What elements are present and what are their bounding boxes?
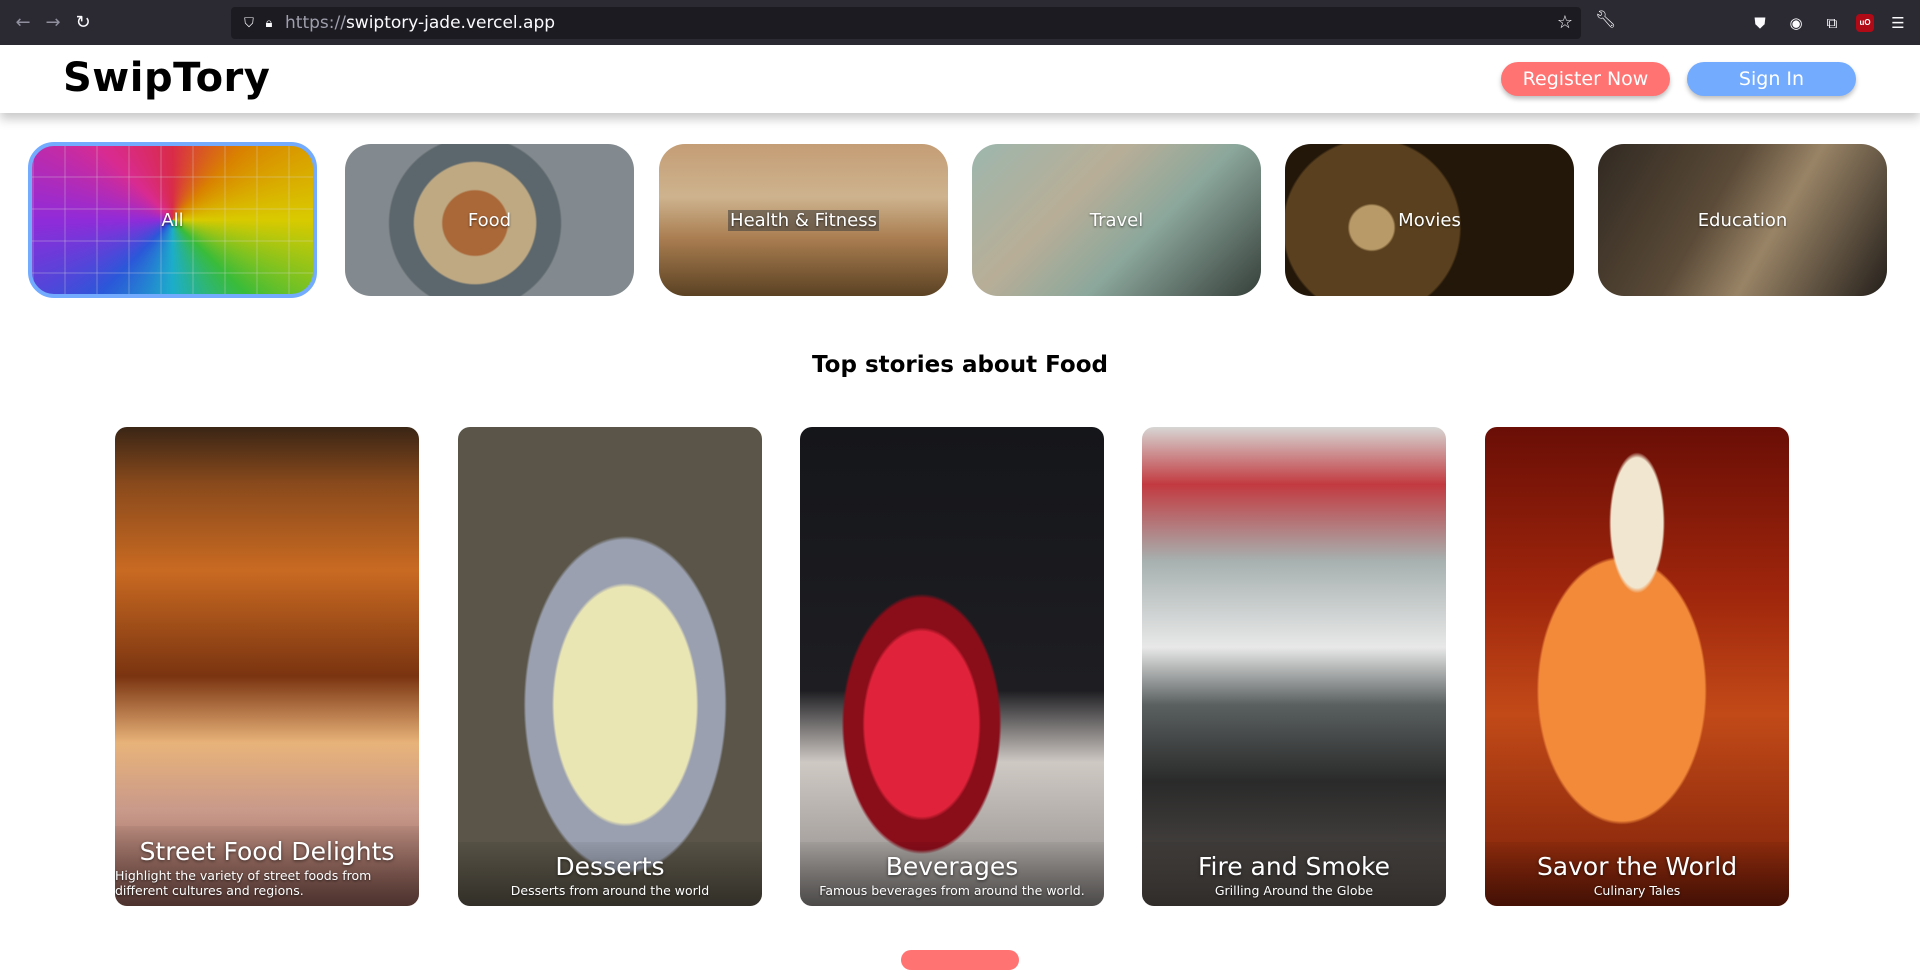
browser-extensions: ⛊ ◉ ⧉ uO ☰ xyxy=(1748,0,1910,45)
story-description: Famous beverages from around the world. xyxy=(819,883,1085,898)
story-title: Street Food Delights xyxy=(139,837,395,867)
pocket-icon[interactable]: ⛊ xyxy=(1748,11,1772,35)
url-protocol: https:// xyxy=(285,13,346,33)
story-title: Desserts xyxy=(555,852,665,882)
extensions-icon[interactable]: ⧉ xyxy=(1820,11,1844,35)
sign-in-button[interactable]: Sign In xyxy=(1687,62,1856,96)
story-title: Fire and Smoke xyxy=(1197,852,1391,882)
category-label: Education xyxy=(1697,209,1788,231)
bookmark-star-icon[interactable]: ☆ xyxy=(1557,12,1573,33)
browser-toolbar: ← → ↻ ⛉ 🔒︎ https://swiptory-jade.vercel.… xyxy=(0,0,1920,45)
story-caption: Street Food Delights Highlight the varie… xyxy=(115,826,419,906)
category-label: Food xyxy=(467,209,512,231)
menu-icon[interactable]: ☰ xyxy=(1886,11,1910,35)
see-more-button[interactable] xyxy=(901,950,1019,970)
story-caption: Desserts Desserts from around the world xyxy=(458,842,762,906)
site-header: SwipTory Register Now Sign In xyxy=(0,45,1920,113)
category-card-all[interactable]: All xyxy=(28,142,317,298)
back-icon[interactable]: ← xyxy=(8,8,38,38)
ublock-icon[interactable]: uO xyxy=(1856,13,1874,32)
story-description: Desserts from around the world xyxy=(510,883,710,898)
story-caption: Fire and Smoke Grilling Around the Globe xyxy=(1142,842,1446,906)
story-grid: Street Food Delights Highlight the varie… xyxy=(115,427,1795,907)
account-icon[interactable]: ◉ xyxy=(1784,11,1808,35)
register-button[interactable]: Register Now xyxy=(1501,62,1670,96)
story-card[interactable]: Savor the World Culinary Tales xyxy=(1485,427,1789,906)
category-label: Travel xyxy=(1089,209,1144,231)
category-card-health-fitness[interactable]: Health & Fitness xyxy=(659,144,948,296)
category-card-education[interactable]: Education xyxy=(1598,144,1887,296)
shield-icon[interactable]: ⛉ xyxy=(239,13,259,33)
story-card[interactable]: Desserts Desserts from around the world xyxy=(458,427,762,906)
story-card[interactable]: Fire and Smoke Grilling Around the Globe xyxy=(1142,427,1446,906)
story-card[interactable]: Street Food Delights Highlight the varie… xyxy=(115,427,419,906)
story-caption: Beverages Famous beverages from around t… xyxy=(800,842,1104,906)
story-description: Culinary Tales xyxy=(1593,883,1681,898)
story-caption: Savor the World Culinary Tales xyxy=(1485,842,1789,906)
category-card-food[interactable]: Food xyxy=(345,144,634,296)
browser-nav: ← → ↻ xyxy=(8,8,98,38)
reload-icon[interactable]: ↻ xyxy=(68,8,98,38)
category-label: All xyxy=(161,209,184,231)
section-title: Top stories about Food xyxy=(812,352,1108,378)
url-bar[interactable]: ⛉ 🔒︎ https://swiptory-jade.vercel.app ☆ xyxy=(231,7,1581,39)
story-title: Beverages xyxy=(885,852,1019,882)
category-card-travel[interactable]: Travel xyxy=(972,144,1261,296)
category-label: Health & Fitness xyxy=(728,209,879,231)
forward-icon[interactable]: → xyxy=(38,8,68,38)
url-text: https://swiptory-jade.vercel.app xyxy=(285,13,555,33)
category-label: Movies xyxy=(1398,209,1461,231)
story-title: Savor the World xyxy=(1536,852,1738,882)
lock-icon[interactable]: 🔒︎ xyxy=(259,13,279,33)
story-description: Grilling Around the Globe xyxy=(1214,883,1374,898)
url-host: swiptory-jade.vercel.app xyxy=(345,13,556,33)
wrench-icon[interactable]: 🔧︎ xyxy=(1595,10,1617,30)
logo[interactable]: SwipTory xyxy=(63,55,270,101)
story-card[interactable]: Beverages Famous beverages from around t… xyxy=(800,427,1104,906)
category-card-movies[interactable]: Movies xyxy=(1285,144,1574,296)
category-list: All Food Health & Fitness Travel Movies … xyxy=(28,142,1890,298)
story-description: Highlight the variety of street foods fr… xyxy=(115,868,372,898)
